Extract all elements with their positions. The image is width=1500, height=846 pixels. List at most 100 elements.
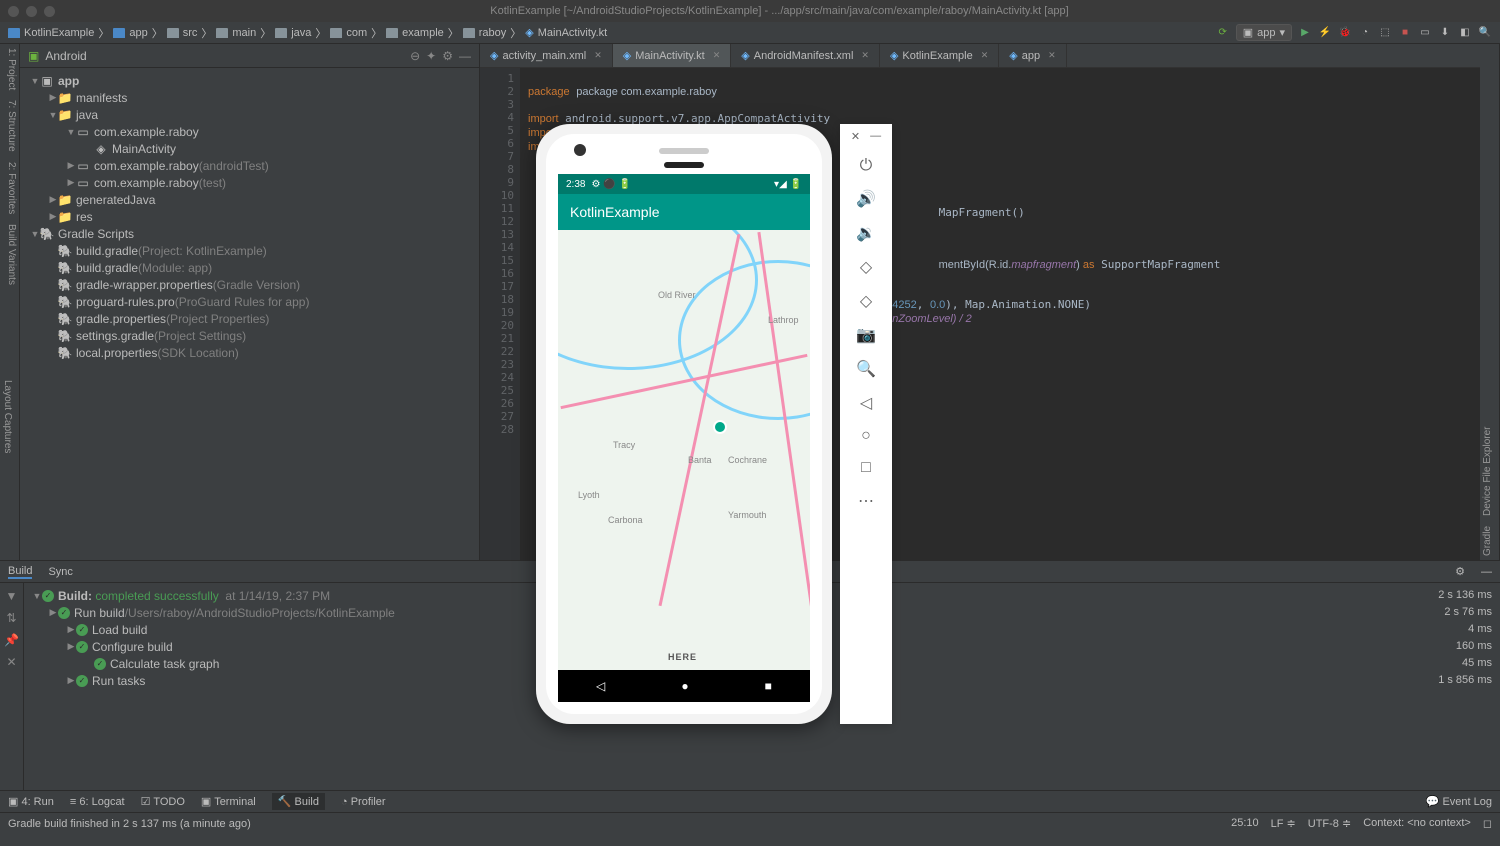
avd-icon[interactable]: ▭ [1418, 26, 1432, 40]
debug-icon[interactable]: 🐞 [1338, 26, 1352, 40]
tree-item[interactable]: ▼🐘Gradle Scripts [20, 225, 479, 242]
layout-captures-tab[interactable]: Layout Captures [2, 380, 13, 453]
run-config-selector[interactable]: ▣ app ▾ [1236, 24, 1292, 41]
hide-icon[interactable]: — [459, 49, 471, 63]
close-window-icon[interactable] [8, 6, 19, 17]
map-view[interactable]: Old River Lathrop Tracy Banta Carbona Ya… [558, 230, 810, 670]
back-icon[interactable]: ◁ [860, 393, 872, 413]
hide-panel-icon[interactable]: — [1481, 566, 1492, 578]
gutter-line-numbers: 1234567891011121314151617181920212223242… [480, 68, 520, 560]
tree-item[interactable]: 🐘gradle.properties (Project Properties) [20, 310, 479, 327]
memory-indicator[interactable]: ◻ [1483, 817, 1492, 830]
editor-tab[interactable]: ◈AndroidManifest.xml✕ [731, 44, 880, 67]
sync-icon[interactable]: ⟳ [1216, 26, 1230, 40]
crumb-com[interactable]: com [330, 27, 367, 39]
expand-icon[interactable]: ▼ [6, 589, 18, 603]
tree-item[interactable]: 🐘build.gradle (Module: app) [20, 259, 479, 276]
event-log-tool[interactable]: 💬 Event Log [1426, 795, 1492, 808]
nav-recents-icon[interactable]: ■ [765, 679, 772, 693]
run-icon[interactable]: ▶ [1298, 26, 1312, 40]
tree-item[interactable]: 🐘gradle-wrapper.properties (Gradle Versi… [20, 276, 479, 293]
profiler-tool[interactable]: ◔ Profiler [341, 796, 386, 808]
more-icon[interactable]: ⋯ [858, 491, 874, 511]
crumb-file[interactable]: ◈MainActivity.kt [525, 26, 607, 39]
nav-back-icon[interactable]: ◁ [596, 679, 605, 693]
panel-title[interactable]: Android [45, 49, 86, 63]
power-icon[interactable]: ⏻ [860, 157, 873, 175]
run-tool[interactable]: ▣ 4: Run [8, 795, 54, 808]
context-indicator[interactable]: Context: <no context> [1363, 817, 1471, 830]
tree-item[interactable]: ▶▭com.example.raboy (androidTest) [20, 157, 479, 174]
project-tool-tab[interactable]: 1: Project [2, 48, 17, 90]
close-icon[interactable]: ✕ [6, 655, 16, 669]
attach-debugger-icon[interactable]: ⬚ [1378, 26, 1392, 40]
emu-close-icon[interactable]: ✕ [851, 130, 860, 143]
maximize-window-icon[interactable] [44, 6, 55, 17]
search-icon[interactable]: 🔍 [1478, 26, 1492, 40]
layout-inspector-icon[interactable]: ◧ [1458, 26, 1472, 40]
pin-icon[interactable]: 📌 [4, 633, 19, 647]
home-icon[interactable]: ○ [861, 427, 871, 445]
device-explorer-tool-tab[interactable]: Device File Explorer [1482, 427, 1497, 516]
tree-item[interactable]: 🐘build.gradle (Project: KotlinExample) [20, 242, 479, 259]
crumb-app[interactable]: app [113, 27, 147, 39]
favorites-tool-tab[interactable]: 2: Favorites [2, 162, 17, 214]
volume-up-icon[interactable]: 🔊 [856, 189, 876, 209]
crumb-src[interactable]: src [167, 27, 198, 39]
rotate-left-icon[interactable]: ◇ [860, 257, 872, 277]
line-ending[interactable]: LF ≑ [1271, 817, 1296, 830]
tree-item[interactable]: ▼▭com.example.raboy [20, 123, 479, 140]
crumb-example[interactable]: example [386, 27, 444, 39]
filter-icon[interactable]: ⇅ [6, 611, 16, 625]
tree-item[interactable]: 🐘settings.gradle (Project Settings) [20, 327, 479, 344]
zoom-icon[interactable]: 🔍 [856, 359, 876, 379]
sdk-icon[interactable]: ⬇ [1438, 26, 1452, 40]
android-view-icon[interactable]: ▣ [28, 49, 39, 63]
stop-icon[interactable]: ■ [1398, 26, 1412, 40]
apply-changes-icon[interactable]: ⚡ [1318, 26, 1332, 40]
editor-tab[interactable]: ◈MainActivity.kt✕ [613, 44, 732, 67]
emu-minimize-icon[interactable]: — [870, 130, 881, 143]
crumb-raboy[interactable]: raboy [463, 27, 507, 39]
tree-item[interactable]: ▶📁res [20, 208, 479, 225]
nav-home-icon[interactable]: ● [681, 679, 688, 693]
collapse-icon[interactable]: ⊖ [410, 49, 420, 63]
profile-icon[interactable]: ◔ [1358, 26, 1372, 40]
settings-icon[interactable]: ⚙ [1455, 565, 1465, 578]
logcat-tool[interactable]: ≡ 6: Logcat [70, 796, 125, 808]
phone-speaker [659, 148, 709, 154]
options-icon[interactable]: ✦ [426, 49, 436, 63]
tree-item[interactable]: ▼▣app [20, 72, 479, 89]
cursor-position[interactable]: 25:10 [1231, 817, 1259, 830]
camera-icon[interactable]: 📷 [856, 325, 876, 345]
map-marker [713, 420, 727, 434]
volume-down-icon[interactable]: 🔉 [856, 223, 876, 243]
phone-screen[interactable]: 2:38 ⚙ ⚫ 🔋 ▾◢ 🔋 KotlinExample Old River … [558, 174, 810, 702]
tree-item[interactable]: ▼📁java [20, 106, 479, 123]
crumb-project[interactable]: KotlinExample [8, 27, 94, 39]
structure-tool-tab[interactable]: 7: Structure [2, 100, 17, 152]
encoding[interactable]: UTF-8 ≑ [1308, 817, 1351, 830]
sync-tab[interactable]: Sync [48, 566, 72, 578]
editor-tab[interactable]: ◈activity_main.xml✕ [480, 44, 613, 67]
tree-item[interactable]: ▶📁generatedJava [20, 191, 479, 208]
gear-icon[interactable]: ⚙ [442, 49, 453, 63]
crumb-java[interactable]: java [275, 27, 311, 39]
build-tab[interactable]: Build [8, 565, 32, 579]
todo-tool[interactable]: ☑ TODO [141, 795, 185, 808]
gradle-tool-tab[interactable]: Gradle [1482, 526, 1497, 556]
overview-icon[interactable]: □ [861, 459, 871, 477]
minimize-window-icon[interactable] [26, 6, 37, 17]
tree-item[interactable]: ▶▭com.example.raboy (test) [20, 174, 479, 191]
crumb-main[interactable]: main [216, 27, 256, 39]
tree-item[interactable]: 🐘proguard-rules.pro (ProGuard Rules for … [20, 293, 479, 310]
tree-item[interactable]: 🐘local.properties (SDK Location) [20, 344, 479, 361]
build-tool[interactable]: 🔨 Build [272, 793, 325, 810]
build-variants-tool-tab[interactable]: Build Variants [2, 224, 17, 285]
rotate-right-icon[interactable]: ◇ [860, 291, 872, 311]
editor-tab[interactable]: ◈KotlinExample✕ [880, 44, 999, 67]
editor-tab[interactable]: ◈app✕ [999, 44, 1066, 67]
tree-item[interactable]: ◈MainActivity [20, 140, 479, 157]
tree-item[interactable]: ▶📁manifests [20, 89, 479, 106]
terminal-tool[interactable]: ▣ Terminal [201, 795, 256, 808]
